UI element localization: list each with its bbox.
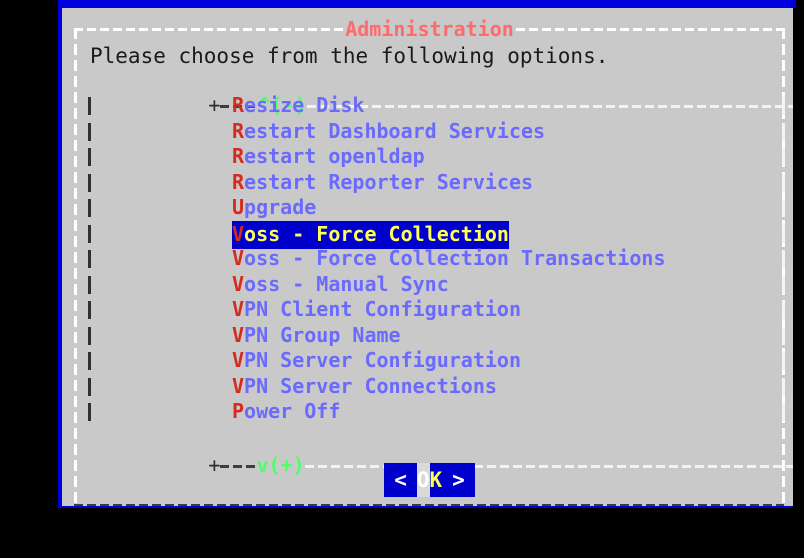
menu-row-border-left xyxy=(88,148,91,166)
menu-item-label: Voss - Manual Sync xyxy=(232,272,449,298)
menu-item-text: PN Server Connections xyxy=(244,373,497,398)
menu-border-top: +^(-)+ xyxy=(88,68,793,117)
menu-item-label: VPN Server Configuration xyxy=(232,348,521,374)
menu-item-hotkey: V xyxy=(232,373,245,398)
dialog-client-area: Administration Please choose from the fo… xyxy=(66,8,793,506)
dialog-frame-bottom xyxy=(74,504,784,506)
menu-item-text: pgrade xyxy=(244,195,317,219)
menu-item-label: VPN Server Connections xyxy=(232,374,497,400)
menu-item-upgrade[interactable]: Upgrade xyxy=(88,195,788,221)
menu-item-hotkey: V xyxy=(232,297,245,321)
menu-item-hotkey: R xyxy=(232,93,245,117)
dialog-title: Administration xyxy=(66,17,793,41)
menu-item-label: Power Off xyxy=(232,399,340,425)
menu-item-label: Voss - Force Collection Transactions xyxy=(232,246,665,272)
ok-hotkey-char: O xyxy=(416,463,430,497)
ok-button[interactable]: < OK > xyxy=(384,463,475,497)
menu-row-border-right xyxy=(782,148,785,166)
menu-item-text: estart Reporter Services xyxy=(244,169,534,194)
menu-item-text: ower Off xyxy=(244,399,341,423)
menu-row-border-left xyxy=(88,224,91,243)
menu-row-border-left xyxy=(88,352,91,370)
prompt-text: Please choose from the following options… xyxy=(90,44,609,68)
menu-item-label: VPN Client Configuration xyxy=(232,297,521,323)
menu-item-hotkey: V xyxy=(232,348,245,372)
menu-row-border-right xyxy=(782,250,785,268)
menu-item-list[interactable]: Resize Disk Restart Dashboard Services Res… xyxy=(88,93,788,428)
menu-row-border-left xyxy=(88,403,91,421)
menu-row-border-right xyxy=(782,326,785,345)
menu-item-voss-manual-sync[interactable]: Voss - Manual Sync xyxy=(88,272,788,298)
menu-item-vpn-server-connections[interactable]: VPN Server Connections xyxy=(88,374,788,400)
menu-row-border-left xyxy=(88,199,91,217)
menu-item-text: PN Group Name xyxy=(244,322,401,347)
menu-row-border-left xyxy=(88,275,91,294)
menu-item-resize-disk[interactable]: Resize Disk xyxy=(88,93,788,119)
ok-label-rest: K xyxy=(429,463,443,497)
menu-row-border-right xyxy=(782,352,785,370)
menu-item-hotkey: P xyxy=(232,399,245,423)
menu-item-hotkey: R xyxy=(232,144,245,168)
menu-item-vpn-client-configuration[interactable]: VPN Client Configuration xyxy=(88,297,788,323)
menu-item-text: estart openldap xyxy=(244,144,425,168)
menu-item-text: estart Dashboard Services xyxy=(244,118,546,143)
menu-item-label: Upgrade xyxy=(232,195,316,221)
menu-item-hotkey: V xyxy=(232,246,245,270)
menu-row-border-left xyxy=(88,122,91,141)
menu-box: +^(-)+ Resize DiskRestart Dashboard Serv… xyxy=(88,68,793,477)
button-bar: < OK > xyxy=(66,463,793,497)
menu-item-hotkey: V xyxy=(232,271,245,296)
menu-item-restart-openldap[interactable]: Restart openldap xyxy=(88,144,788,170)
menu-item-text: PN Server Configuration xyxy=(244,348,521,372)
menu-row-border-right xyxy=(782,275,785,294)
menu-item-hotkey: R xyxy=(232,169,245,194)
ok-right-arrow-icon: > xyxy=(442,463,475,497)
menu-item-label: Resize Disk xyxy=(232,93,364,119)
menu-row-border-left xyxy=(88,97,91,115)
menu-row-border-right xyxy=(782,122,785,141)
terminal-screen: Administration Please choose from the fo… xyxy=(0,0,804,558)
menu-item-label: Restart Dashboard Services xyxy=(232,119,545,145)
menu-item-power-off[interactable]: Power Off xyxy=(88,399,788,425)
menu-item-label: Restart openldap xyxy=(232,144,425,170)
menu-row-border-left xyxy=(88,301,91,319)
dialog-title-text: Administration xyxy=(343,17,516,41)
menu-row-border-left xyxy=(88,250,91,268)
menu-row-border-right xyxy=(782,97,785,115)
window-titlebar xyxy=(62,0,796,8)
menu-item-hotkey: V xyxy=(232,221,245,246)
menu-row-border-right xyxy=(782,403,785,421)
dialog-window: Administration Please choose from the fo… xyxy=(58,0,796,508)
menu-row-border-left xyxy=(88,326,91,345)
menu-item-text: oss - Force Collection xyxy=(244,221,509,246)
menu-item-text: PN Client Configuration xyxy=(244,297,521,321)
menu-item-restart-reporter-services[interactable]: Restart Reporter Services xyxy=(88,170,788,196)
menu-row-border-right xyxy=(782,377,785,396)
menu-item-restart-dashboard-services[interactable]: Restart Dashboard Services xyxy=(88,119,788,145)
menu-item-vpn-group-name[interactable]: VPN Group Name xyxy=(88,323,788,349)
menu-item-label: Voss - Force Collection xyxy=(232,220,509,249)
menu-border-bottom: +v(+)92%+ xyxy=(88,428,793,477)
menu-item-text: oss - Manual Sync xyxy=(244,271,449,296)
menu-item-text: esize Disk xyxy=(244,93,365,117)
menu-item-hotkey: U xyxy=(232,195,245,219)
menu-item-label: VPN Group Name xyxy=(232,323,401,349)
menu-item-hotkey: V xyxy=(232,322,245,347)
menu-item-hotkey: R xyxy=(232,118,245,143)
menu-item-text: oss - Force Collection Transactions xyxy=(244,246,666,270)
ok-left-arrow-icon: < xyxy=(384,463,417,497)
menu-row-border-right xyxy=(782,199,785,217)
menu-row-border-left xyxy=(88,377,91,396)
menu-row-border-right xyxy=(782,224,785,243)
menu-item-vpn-server-configuration[interactable]: VPN Server Configuration xyxy=(88,348,788,374)
menu-item-label: Restart Reporter Services xyxy=(232,170,533,196)
menu-item-voss-force-collection[interactable]: Voss - Force Collection xyxy=(88,220,788,249)
menu-row-border-right xyxy=(782,173,785,192)
dialog-frame-left xyxy=(74,28,77,506)
menu-row-border-left xyxy=(88,173,91,192)
menu-row-border-right xyxy=(782,301,785,319)
menu-item-voss-force-collection-transactions[interactable]: Voss - Force Collection Transactions xyxy=(88,246,788,272)
